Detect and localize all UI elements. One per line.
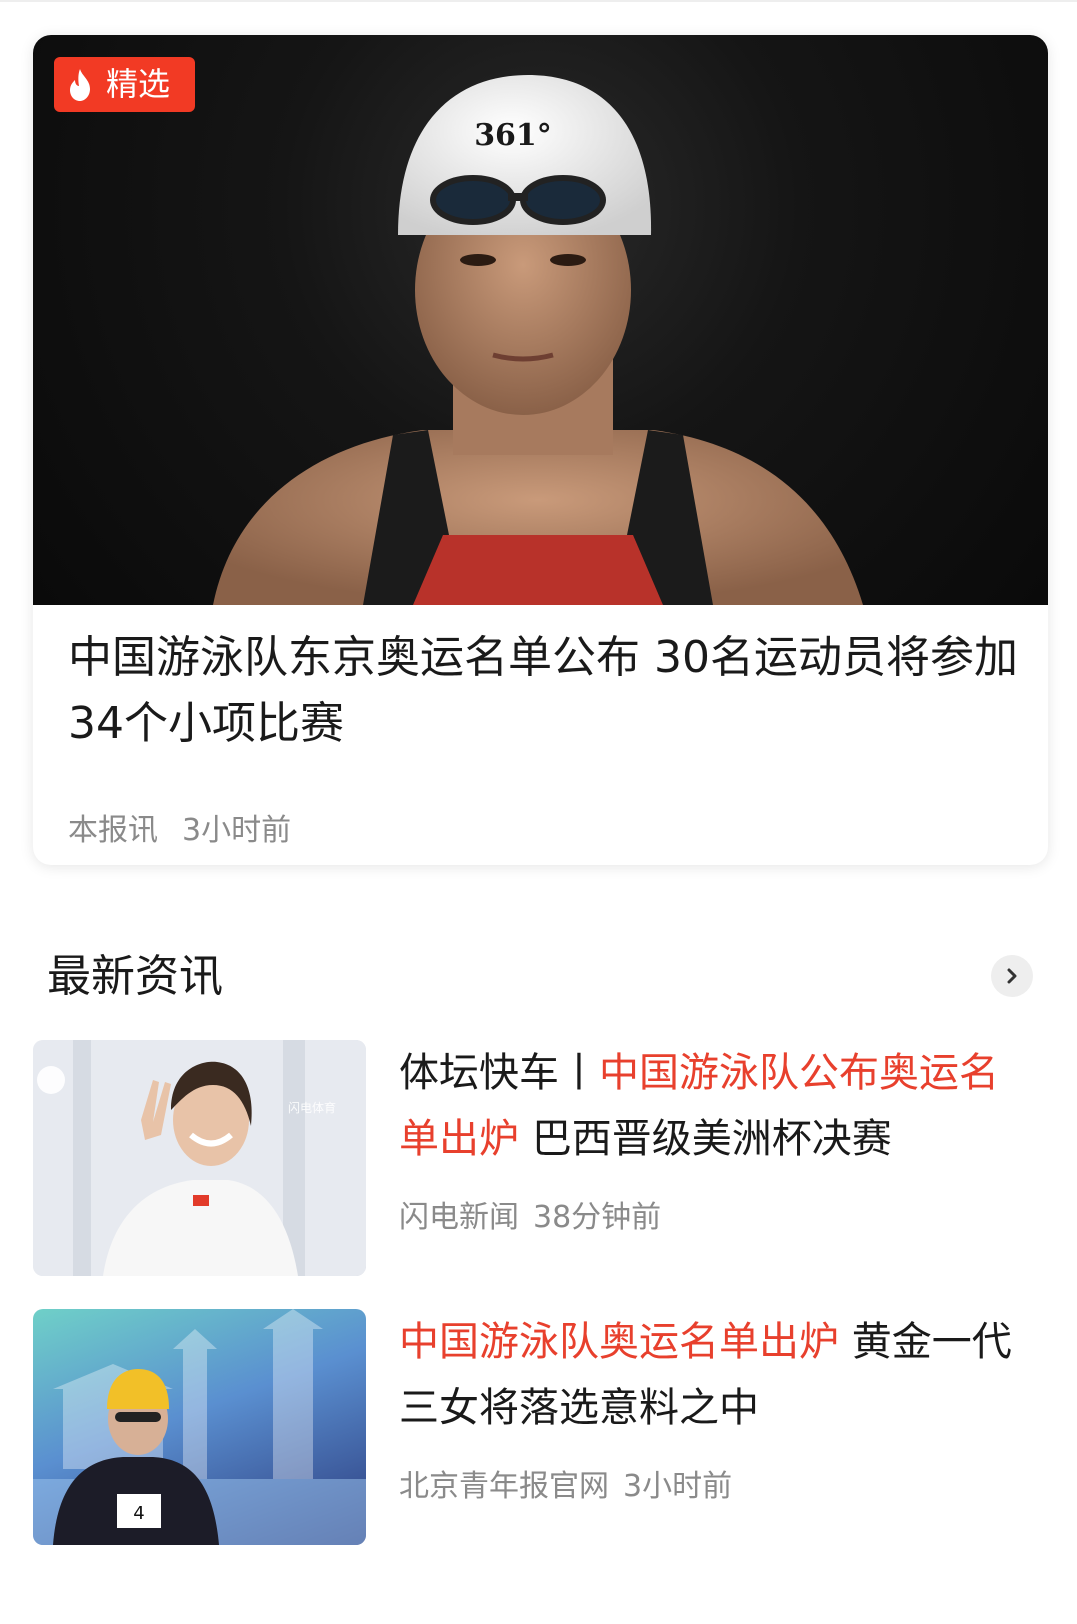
featured-meta: 本报讯 3小时前 (68, 805, 291, 849)
athlete-photo: 闪电体育 (33, 1040, 366, 1276)
news-time: 38分钟前 (533, 1200, 662, 1235)
news-title-suffix: 巴西晋级美洲杯决赛 (519, 1116, 892, 1162)
news-thumbnail[interactable]: 闪电体育 (33, 1040, 366, 1276)
news-title[interactable]: 中国游泳队奥运名单出炉 黄金一代三女将落选意料之中 (399, 1309, 1019, 1441)
news-item[interactable]: 闪电体育 体坛快车丨中国游泳队公布奥运名单出炉 巴西晋级美洲杯决赛 闪电新闻 3… (33, 1040, 1043, 1276)
featured-article-card[interactable]: 361° 精选 中国游泳队东京奥运名单公布 30名运动员将参加34个小项比赛 本… (33, 35, 1048, 865)
page: 361° 精选 中国游泳队东京奥运名单公布 30名运动员将参加34个小项比赛 本… (0, 0, 1077, 1624)
section-title: 最新资讯 (47, 951, 223, 1002)
news-thumbnail[interactable]: 4 (33, 1309, 366, 1545)
news-title-prefix: 体坛快车丨 (399, 1050, 599, 1096)
news-item[interactable]: 4 中国游泳队奥运名单出炉 黄金一代三女将落选意料之中 北京青年报官网 3小时前 (33, 1309, 1043, 1545)
swimmer-illustration: 361° (213, 75, 863, 605)
featured-image[interactable]: 361° 精选 (33, 35, 1048, 605)
news-meta: 闪电新闻 38分钟前 (399, 1192, 1019, 1236)
featured-source: 本报讯 (68, 813, 158, 848)
chevron-right-icon (1007, 968, 1017, 984)
news-title[interactable]: 体坛快车丨中国游泳队公布奥运名单出炉 巴西晋级美洲杯决赛 (399, 1040, 1019, 1172)
featured-badge: 精选 (54, 57, 195, 112)
flame-icon (70, 68, 90, 101)
news-body: 体坛快车丨中国游泳队公布奥运名单出炉 巴西晋级美洲杯决赛 闪电新闻 38分钟前 (399, 1040, 1019, 1236)
badge-label: 精选 (106, 65, 171, 103)
bib-number: 4 (133, 1503, 144, 1524)
more-button[interactable] (991, 955, 1033, 997)
featured-time: 3小时前 (182, 813, 292, 848)
news-meta: 北京青年报官网 3小时前 (399, 1461, 1019, 1505)
cap-logo: 361° (474, 118, 552, 153)
athlete-photo: 4 (33, 1309, 366, 1545)
news-body: 中国游泳队奥运名单出炉 黄金一代三女将落选意料之中 北京青年报官网 3小时前 (399, 1309, 1019, 1505)
news-source: 闪电新闻 (399, 1200, 519, 1235)
news-source: 北京青年报官网 (399, 1469, 609, 1504)
watermark-text: 闪电体育 (288, 1100, 336, 1115)
news-title-highlight: 中国游泳队奥运名单出炉 (399, 1319, 839, 1365)
news-time: 3小时前 (623, 1469, 733, 1504)
featured-title[interactable]: 中国游泳队东京奥运名单公布 30名运动员将参加34个小项比赛 (68, 625, 1018, 757)
top-divider (0, 0, 1077, 2)
